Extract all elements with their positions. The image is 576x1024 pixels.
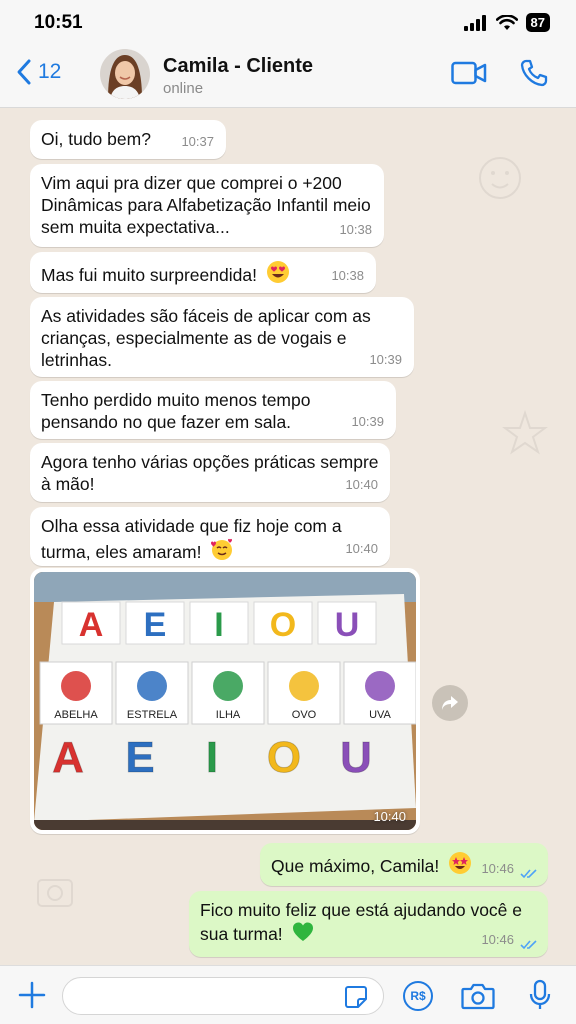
vowel-card-row: AEIOU: [61, 601, 377, 645]
video-camera-icon: [451, 61, 487, 85]
foam-letter: O: [267, 733, 301, 782]
message-text: Tenho perdido muito menos tempo pensando…: [41, 390, 311, 432]
outgoing-message[interactable]: Fico muito feliz que está ajudando você …: [189, 891, 548, 957]
vowel-activity-photo: AEIOU ABELHA ESTRELA ILHA OVO UVA AEIOU: [34, 572, 416, 830]
heart-eyes-emoji-icon: [266, 261, 289, 283]
incoming-message[interactable]: Agora tenho várias opções práticas sempr…: [30, 443, 390, 502]
picture-card-illustration: [137, 671, 167, 701]
vowel-card-letter: E: [144, 606, 167, 644]
star-struck-emoji-icon: [449, 852, 472, 874]
message-text: Fico muito feliz que está ajudando você …: [200, 900, 522, 944]
wifi-icon: [495, 14, 518, 30]
foam-letter: I: [206, 733, 218, 782]
message-text: Vim aqui pra dizer que comprei o +200 Di…: [41, 173, 371, 237]
message-time: 10:40: [345, 477, 378, 492]
message-text: Olha essa atividade que fiz hoje com a t…: [41, 516, 342, 562]
avatar[interactable]: [100, 49, 150, 99]
wallpaper-doodle: [37, 879, 73, 907]
message-time: 10:39: [369, 352, 402, 367]
camera-button[interactable]: [461, 982, 495, 1015]
message-text: As atividades são fáceis de aplicar com …: [41, 306, 371, 370]
status-time: 10:51: [34, 12, 83, 33]
image-time: 10:40: [373, 809, 406, 824]
read-receipt-icon: [520, 869, 537, 879]
battery-indicator: 87: [525, 13, 550, 32]
unread-count: 12: [38, 60, 62, 83]
plus-icon: [18, 981, 46, 1009]
wallpaper-doodle: [502, 409, 548, 455]
incoming-message[interactable]: Olha essa atividade que fiz hoje com a t…: [30, 507, 390, 566]
foam-letter: E: [125, 733, 154, 782]
message-text: Que máximo, Camila!: [271, 856, 440, 876]
incoming-message[interactable]: Vim aqui pra dizer que comprei o +200 Di…: [30, 164, 384, 247]
message-text: Oi, tudo bem?: [41, 129, 151, 149]
message-time: 10:46: [481, 861, 514, 876]
picture-card-illustration: [365, 671, 395, 701]
payment-button[interactable]: R$: [403, 981, 433, 1011]
phone-icon: [520, 59, 548, 87]
photo-preview[interactable]: AEIOU ABELHA ESTRELA ILHA OVO UVA AEIOU 10:4…: [34, 572, 416, 830]
image-message[interactable]: AEIOU ABELHA ESTRELA ILHA OVO UVA AEIOU 10:4…: [30, 568, 420, 834]
message-time: 10:39: [351, 414, 384, 429]
picture-card-word: ABELHA: [54, 709, 98, 721]
message-time: 10:38: [339, 222, 372, 237]
message-input-bar: R$: [0, 965, 576, 1024]
chat-header: 12 Camila - Cliente online: [0, 46, 576, 108]
chevron-left-icon: [17, 59, 31, 85]
green-heart-emoji-icon: [292, 922, 313, 941]
message-text: Agora tenho várias opções práticas sempr…: [41, 452, 379, 494]
sticker-button[interactable]: [344, 985, 368, 1014]
vowel-card-letter: I: [214, 606, 223, 644]
message-input[interactable]: [62, 977, 384, 1015]
picture-card-illustration: [213, 671, 243, 701]
chat-area[interactable]: Oi, tudo bem? 10:37 Vim aqui pra dizer q…: [0, 108, 576, 965]
foam-letter: U: [340, 733, 372, 782]
message-time: 10:46: [481, 932, 514, 947]
picture-card-word: OVO: [292, 709, 317, 721]
contact-name[interactable]: Camila - Cliente: [163, 55, 313, 78]
currency-icon: R$: [410, 989, 426, 1003]
contact-photo: [100, 49, 150, 99]
wallpaper-doodle: [479, 157, 521, 199]
forward-button[interactable]: [432, 685, 468, 721]
microphone-button[interactable]: [529, 979, 551, 1016]
vowel-card-letter: O: [270, 606, 296, 644]
read-receipt-icon: [520, 940, 537, 950]
incoming-message[interactable]: Tenho perdido muito menos tempo pensando…: [30, 381, 396, 439]
vowel-card-letter: A: [79, 606, 104, 644]
smiling-face-with-hearts-emoji-icon: [211, 538, 233, 560]
incoming-message[interactable]: Mas fui muito surpreendida! 10:38: [30, 252, 376, 293]
incoming-message[interactable]: Oi, tudo bem? 10:37: [30, 120, 226, 159]
foam-letter: A: [52, 733, 84, 782]
status-bar: 10:51 87: [0, 0, 576, 46]
attach-button[interactable]: [18, 981, 46, 1014]
status-icons: 87: [463, 13, 550, 32]
camera-icon: [461, 983, 495, 1010]
outgoing-message[interactable]: Que máximo, Camila! 10:46: [260, 843, 548, 886]
picture-card-word: ESTRELA: [127, 709, 178, 721]
incoming-message[interactable]: As atividades são fáceis de aplicar com …: [30, 297, 414, 377]
message-time: 10:37: [181, 134, 214, 149]
voice-call-button[interactable]: [519, 58, 549, 93]
video-call-button[interactable]: [451, 60, 487, 91]
picture-card-word: UVA: [369, 709, 391, 721]
picture-card-illustration: [289, 671, 319, 701]
signal-icon: [463, 14, 486, 31]
picture-card-word: ILHA: [216, 709, 241, 721]
sticker-icon: [345, 986, 367, 1008]
forward-arrow-icon: [442, 696, 458, 710]
microphone-icon: [529, 979, 551, 1009]
message-text: Mas fui muito surpreendida!: [41, 265, 257, 285]
message-time: 10:40: [345, 541, 378, 556]
back-button[interactable]: 12: [16, 58, 61, 86]
message-time: 10:38: [331, 268, 364, 283]
picture-card-row: ABELHA ESTRELA ILHA OVO UVA: [39, 661, 416, 725]
contact-status: online: [163, 80, 204, 97]
picture-card-illustration: [61, 671, 91, 701]
vowel-card-letter: U: [335, 606, 360, 644]
